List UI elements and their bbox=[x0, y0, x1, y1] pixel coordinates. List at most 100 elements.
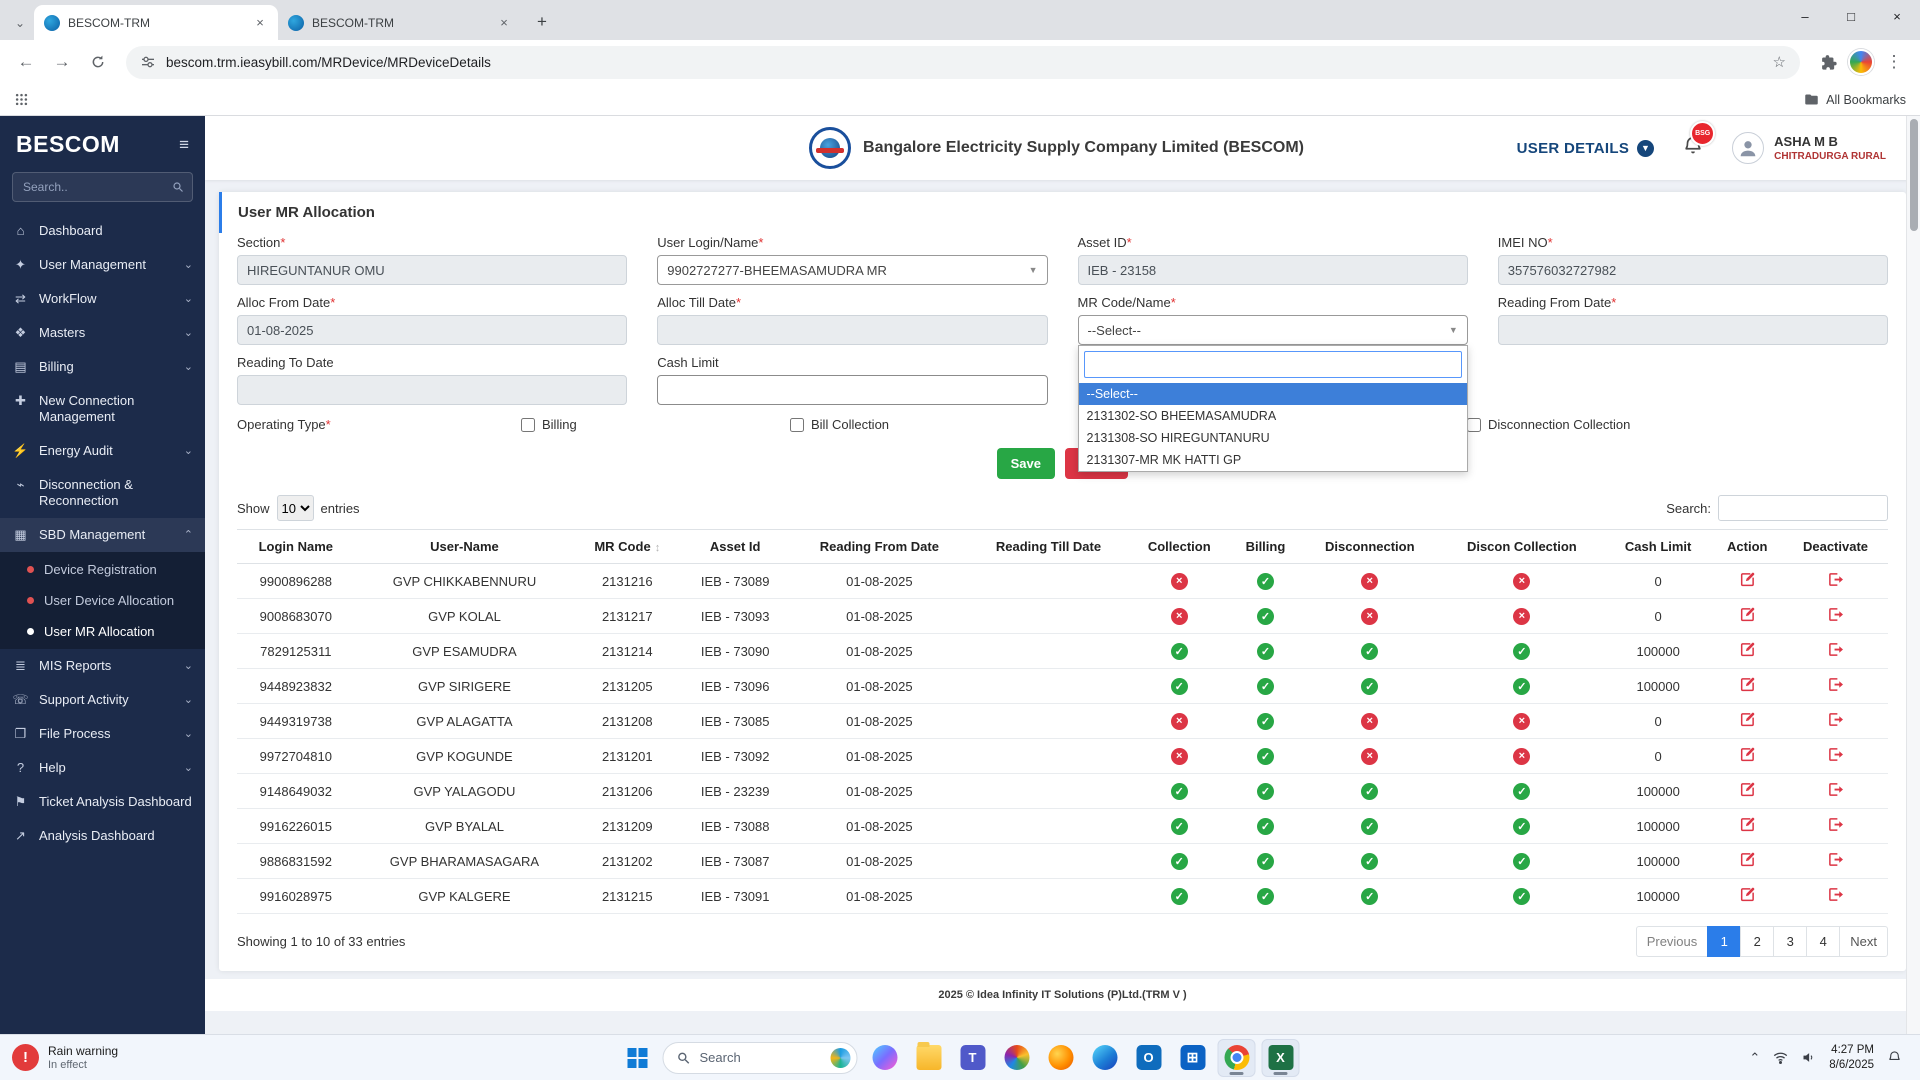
edit-button[interactable] bbox=[1740, 782, 1755, 797]
column-billing[interactable]: Billing bbox=[1230, 529, 1301, 564]
dropdown-option-select[interactable]: --Select-- bbox=[1078, 383, 1467, 405]
sidebar-item-file-process[interactable]: ❐ File Process ⌄ bbox=[0, 717, 205, 751]
pagination-page-3[interactable]: 3 bbox=[1773, 926, 1808, 957]
edit-button[interactable] bbox=[1740, 572, 1755, 587]
tab-close-icon[interactable]: × bbox=[252, 15, 268, 31]
all-bookmarks-button[interactable]: All Bookmarks bbox=[1804, 92, 1906, 107]
sidebar-item-energy-audit[interactable]: ⚡ Energy Audit ⌄ bbox=[0, 434, 205, 468]
sidebar-item-help[interactable]: ? Help ⌄ bbox=[0, 751, 205, 785]
dropdown-option-2131307-mr-mk-hatti-gp[interactable]: 2131307-MR MK HATTI GP bbox=[1079, 449, 1467, 471]
sidebar-item-masters[interactable]: ❖ Masters ⌄ bbox=[0, 316, 205, 350]
column-user-name[interactable]: User-Name bbox=[354, 529, 575, 564]
billing-checkbox[interactable] bbox=[521, 417, 535, 432]
disconnection-collection-checkbox[interactable] bbox=[1467, 417, 1481, 432]
column-action[interactable]: Action bbox=[1711, 529, 1783, 564]
start-button[interactable] bbox=[621, 1041, 655, 1075]
sidebar-subitem-user-mr-allocation[interactable]: User MR Allocation bbox=[0, 616, 205, 647]
apps-grid-icon[interactable] bbox=[14, 92, 29, 107]
browser-tab-2[interactable]: BESCOM-TRM × bbox=[278, 5, 522, 40]
user-login-select[interactable]: 9902727277-BHEEMASAMUDRA MR ▼ bbox=[657, 255, 1048, 285]
store-icon[interactable] bbox=[1174, 1039, 1212, 1077]
browser-tab-1[interactable]: BESCOM-TRM × bbox=[34, 5, 278, 40]
excel-icon[interactable] bbox=[1261, 1038, 1300, 1077]
deactivate-button[interactable] bbox=[1828, 852, 1843, 867]
forward-button[interactable]: → bbox=[46, 46, 78, 78]
edit-button[interactable] bbox=[1740, 642, 1755, 657]
column-cash-limit[interactable]: Cash Limit bbox=[1604, 529, 1712, 564]
edit-button[interactable] bbox=[1740, 677, 1755, 692]
edit-button[interactable] bbox=[1740, 887, 1755, 902]
back-button[interactable]: ← bbox=[10, 46, 42, 78]
cash-limit-field[interactable] bbox=[657, 375, 1048, 405]
tray-chevron-up-icon[interactable]: ⌃ bbox=[1749, 1050, 1760, 1066]
imei-field[interactable] bbox=[1497, 255, 1888, 285]
notifications-bell[interactable]: BSG bbox=[1682, 120, 1716, 162]
deactivate-button[interactable] bbox=[1828, 887, 1843, 902]
taskbar-clock[interactable]: 4:27 PM 8/6/2025 bbox=[1829, 1043, 1874, 1073]
checkbox-billing[interactable]: Billing bbox=[521, 417, 790, 432]
column-disconnection[interactable]: Disconnection bbox=[1300, 529, 1439, 564]
pagination-page-2[interactable]: 2 bbox=[1740, 926, 1775, 957]
reload-button[interactable] bbox=[82, 46, 114, 78]
tab-close-icon[interactable]: × bbox=[496, 15, 512, 31]
asset-id-field[interactable] bbox=[1077, 255, 1468, 285]
pagination-page-1[interactable]: 1 bbox=[1707, 926, 1742, 957]
deactivate-button[interactable] bbox=[1828, 677, 1843, 692]
sidebar-item-user-management[interactable]: ✦ User Management ⌄ bbox=[0, 248, 205, 282]
section-field[interactable] bbox=[237, 255, 628, 285]
alloc-till-date-field[interactable] bbox=[657, 315, 1048, 345]
column-discon-collection[interactable]: Discon Collection bbox=[1438, 529, 1605, 564]
dropdown-option-2131302-so-bheemasamudra[interactable]: 2131302-SO BHEEMASAMUDRA bbox=[1079, 405, 1467, 427]
deactivate-button[interactable] bbox=[1828, 817, 1843, 832]
deactivate-button[interactable] bbox=[1828, 607, 1843, 622]
deactivate-button[interactable] bbox=[1828, 572, 1843, 587]
new-tab-button[interactable]: + bbox=[528, 8, 556, 36]
volume-icon[interactable] bbox=[1801, 1050, 1816, 1065]
mr-code-select[interactable]: --Select-- ▼ bbox=[1077, 315, 1468, 345]
deactivate-button[interactable] bbox=[1828, 747, 1843, 762]
address-bar[interactable]: bescom.trm.ieasybill.com/MRDevice/MRDevi… bbox=[126, 45, 1800, 79]
column-login-name[interactable]: Login Name bbox=[237, 529, 355, 564]
bill-collection-checkbox[interactable] bbox=[790, 417, 804, 432]
minimize-button[interactable]: – bbox=[1782, 0, 1828, 32]
reading-to-date-field[interactable] bbox=[237, 375, 628, 405]
close-button[interactable]: × bbox=[1874, 0, 1920, 32]
column-mr-code[interactable]: MR Code ↕ bbox=[574, 529, 681, 564]
sidebar-item-support-activity[interactable]: ☏ Support Activity ⌄ bbox=[0, 683, 205, 717]
sidebar-item-workflow[interactable]: ⇄ WorkFlow ⌄ bbox=[0, 282, 205, 316]
search-icon[interactable] bbox=[172, 180, 184, 198]
edit-button[interactable] bbox=[1740, 747, 1755, 762]
sidebar-item-ticket-analysis-dashboard[interactable]: ⚑ Ticket Analysis Dashboard bbox=[0, 785, 205, 819]
network-icon[interactable] bbox=[1773, 1050, 1788, 1065]
edit-button[interactable] bbox=[1740, 607, 1755, 622]
sidebar-subitem-device-registration[interactable]: Device Registration bbox=[0, 554, 205, 585]
dropdown-option-2131308-so-hireguntanuru[interactable]: 2131308-SO HIREGUNTANURU bbox=[1079, 427, 1467, 449]
sidebar-search-input[interactable] bbox=[12, 172, 193, 202]
sidebar-item-mis-reports[interactable]: ≣ MIS Reports ⌄ bbox=[0, 649, 205, 683]
outlook-icon[interactable] bbox=[1130, 1039, 1168, 1077]
page-length-select[interactable]: 10 bbox=[276, 495, 314, 521]
browser-menu-icon[interactable]: ⋮ bbox=[1878, 46, 1910, 78]
edit-button[interactable] bbox=[1740, 852, 1755, 867]
sidebar-item-disconnection-reconnection[interactable]: ⌁ Disconnection & Reconnection bbox=[0, 468, 205, 518]
notification-center-icon[interactable] bbox=[1887, 1050, 1902, 1065]
browser-profile-avatar[interactable] bbox=[1848, 49, 1874, 75]
copilot-icon[interactable] bbox=[866, 1039, 904, 1077]
sidebar-item-new-connection-management[interactable]: ✚ New Connection Management bbox=[0, 384, 205, 434]
taskbar-search[interactable]: Search bbox=[662, 1041, 858, 1074]
deactivate-button[interactable] bbox=[1828, 642, 1843, 657]
profile-menu[interactable]: ASHA M B CHITRADURGA RURAL bbox=[1732, 132, 1886, 164]
file-explorer-icon[interactable] bbox=[910, 1039, 948, 1077]
pagination-next[interactable]: Next bbox=[1839, 926, 1888, 957]
column-reading-from-date[interactable]: Reading From Date bbox=[790, 529, 969, 564]
tab-search-icon[interactable]: ⌄ bbox=[6, 9, 34, 37]
teams-icon[interactable] bbox=[954, 1039, 992, 1077]
photos-icon[interactable] bbox=[998, 1039, 1036, 1077]
dropdown-search-input[interactable] bbox=[1083, 351, 1462, 378]
sidebar-item-sbd-management[interactable]: ▦ SBD Management ⌃ bbox=[0, 518, 205, 552]
alloc-from-date-field[interactable] bbox=[237, 315, 628, 345]
sidebar-item-billing[interactable]: ▤ Billing ⌄ bbox=[0, 350, 205, 384]
extensions-puzzle-icon[interactable] bbox=[1812, 46, 1844, 78]
reading-from-date-field[interactable] bbox=[1497, 315, 1888, 345]
page-scrollbar-thumb[interactable] bbox=[1910, 119, 1918, 231]
